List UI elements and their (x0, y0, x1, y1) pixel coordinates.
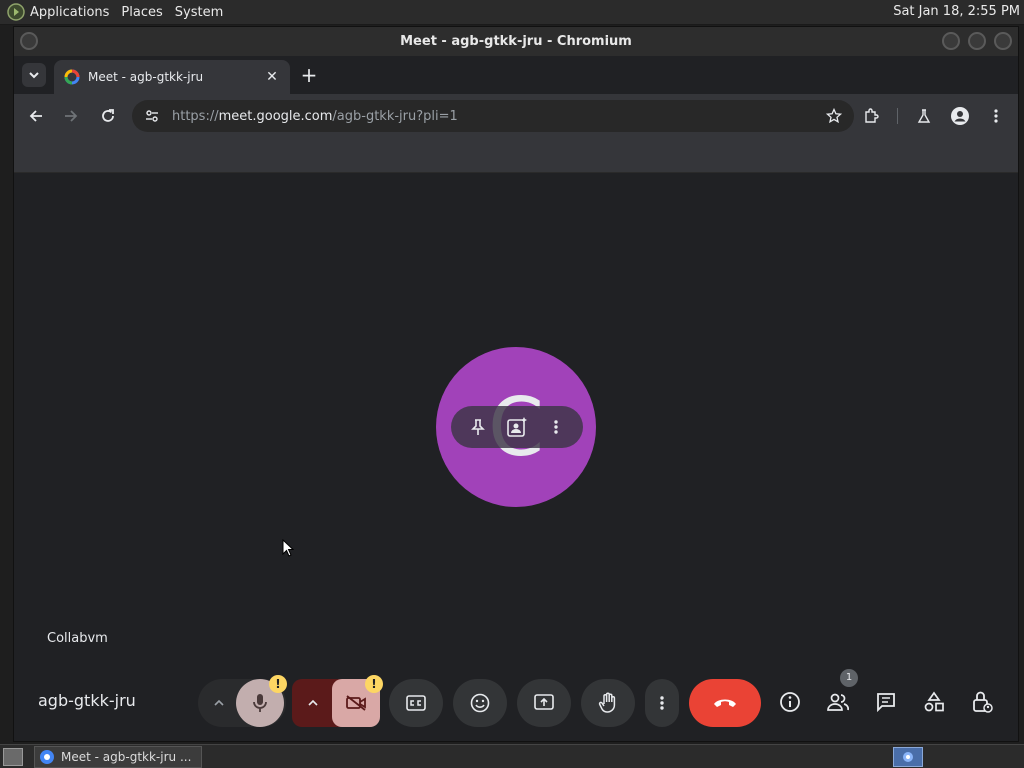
bottom-panel: Meet - agb-gtkk-jru ... (0, 744, 1024, 768)
site-settings-icon[interactable] (144, 108, 160, 124)
hang-up-icon (714, 699, 736, 707)
close-tab-icon[interactable]: ✕ (264, 69, 280, 85)
meet-call-view: C Collabvm agb-gtkk-jru ! (14, 173, 1018, 741)
microphone-icon (253, 694, 267, 712)
host-controls-icon[interactable] (968, 688, 996, 716)
menu-places[interactable]: Places (121, 5, 162, 20)
window-titlebar[interactable]: Meet - agb-gtkk-jru - Chromium (14, 27, 1018, 56)
top-panel: Applications Places System Sat Jan 18, 2… (0, 0, 1024, 25)
url-text: https://meet.google.com/agb-gtkk-jru?pli… (172, 109, 458, 124)
address-bar[interactable]: https://meet.google.com/agb-gtkk-jru?pli… (132, 100, 854, 132)
pin-icon[interactable] (466, 415, 490, 439)
workspace-switcher[interactable] (893, 747, 923, 767)
taskbar-window-title: Meet - agb-gtkk-jru ... (61, 750, 192, 764)
more-vert-icon (660, 696, 664, 710)
leave-call-button[interactable] (689, 679, 761, 727)
tile-actions-overlay (451, 406, 583, 448)
back-icon[interactable] (26, 106, 46, 126)
reactions-button[interactable] (453, 679, 507, 727)
reload-icon[interactable] (98, 106, 118, 126)
camera-options-chevron-icon[interactable] (308, 699, 318, 707)
panel-clock[interactable]: Sat Jan 18, 2:55 PM (893, 4, 1020, 19)
close-window-button[interactable] (994, 32, 1012, 50)
browser-window: Meet - agb-gtkk-jru - Chromium Meet - ag… (13, 26, 1019, 742)
bookmarks-bar (14, 138, 1018, 173)
present-screen-button[interactable] (517, 679, 571, 727)
maximize-button[interactable] (968, 32, 986, 50)
profile-avatar-icon[interactable] (950, 106, 970, 126)
taskbar-window-button[interactable]: Meet - agb-gtkk-jru ... (34, 746, 202, 768)
mouse-cursor-icon (282, 539, 294, 557)
forward-icon[interactable] (61, 106, 81, 126)
visual-effects-icon[interactable] (505, 415, 529, 439)
more-options-icon[interactable] (544, 415, 568, 439)
menu-applications[interactable]: Applications (30, 5, 109, 20)
window-menu-button[interactable] (20, 32, 38, 50)
meeting-code: agb-gtkk-jru (38, 691, 136, 710)
more-options-button[interactable] (645, 679, 679, 727)
browser-menu-icon[interactable] (986, 106, 1006, 126)
tab-title: Meet - agb-gtkk-jru (88, 70, 204, 84)
extensions-icon[interactable] (861, 106, 881, 126)
chat-icon[interactable] (872, 688, 900, 716)
raise-hand-icon (598, 692, 616, 713)
mic-options-chevron-icon[interactable] (214, 699, 224, 707)
raise-hand-button[interactable] (581, 679, 635, 727)
bookmark-star-icon[interactable] (826, 108, 842, 124)
url-scheme: https:// (172, 108, 219, 124)
labs-flask-icon[interactable] (914, 106, 934, 126)
panel-menu-bar: Applications Places System (0, 2, 235, 22)
captions-button[interactable] (389, 679, 443, 727)
url-path: /agb-gtkk-jru?pli=1 (332, 108, 458, 124)
applications-logo-icon[interactable] (6, 2, 26, 22)
emoji-icon (470, 693, 490, 713)
toolbar-divider (897, 108, 898, 124)
activities-icon[interactable] (920, 688, 948, 716)
tab-meet[interactable]: Meet - agb-gtkk-jru ✕ (54, 60, 290, 94)
menu-system[interactable]: System (175, 5, 223, 20)
closed-captions-icon (406, 695, 426, 711)
new-tab-button[interactable]: + (298, 64, 320, 86)
tab-search-button[interactable] (22, 63, 46, 87)
url-host: meet.google.com (218, 108, 333, 124)
browser-toolbar: https://meet.google.com/agb-gtkk-jru?pli… (14, 94, 1018, 138)
meeting-details-icon[interactable] (776, 688, 804, 716)
chevron-down-icon (29, 72, 39, 79)
camera-off-icon (346, 695, 366, 711)
window-title: Meet - agb-gtkk-jru - Chromium (400, 34, 632, 49)
present-screen-icon (534, 694, 554, 710)
chromium-icon (40, 750, 54, 764)
people-count-badge: 1 (840, 669, 858, 687)
mic-warning-badge: ! (269, 675, 287, 693)
chromium-mini-icon (903, 752, 913, 762)
minimize-button[interactable] (942, 32, 960, 50)
tab-strip: Meet - agb-gtkk-jru ✕ + (14, 56, 1018, 94)
participant-name: Collabvm (47, 631, 108, 646)
camera-warning-badge: ! (365, 675, 383, 693)
show-desktop-icon[interactable] (3, 748, 23, 766)
google-favicon-icon (64, 69, 80, 85)
people-icon[interactable] (824, 688, 852, 716)
